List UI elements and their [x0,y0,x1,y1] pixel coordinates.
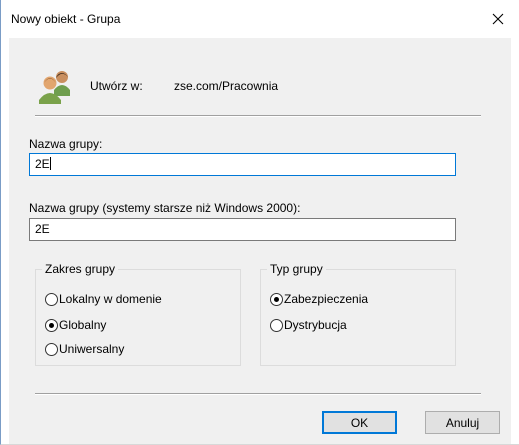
title-bar: Nowy obiekt - Grupa [1,0,519,38]
radio-global[interactable]: Globalny [45,318,106,332]
group-name-legacy-input[interactable]: 2E [29,218,456,241]
group-type-title: Typ grupy [267,262,326,276]
dialog-content: Utwórz w: zse.com/Pracownia Nazwa grupy:… [9,38,511,367]
close-icon [492,13,504,25]
group-scope-title: Zakres grupy [42,262,119,276]
radio-distribution[interactable]: Dystrybucja [270,318,347,332]
radio-circle [45,342,58,356]
new-group-dialog: Nowy obiekt - Grupa Utwórz w: zse.com/Pr… [0,0,519,445]
radio-circle-checked [45,318,58,332]
radio-label: Zabezpieczenia [284,292,369,306]
group-name-legacy-label: Nazwa grupy (systemy starsze niż Windows… [29,201,301,215]
group-type-box: Typ grupy Zabezpieczenia Dystrybucja [260,262,456,366]
radio-label: Dystrybucja [284,318,347,332]
radio-label: Lokalny w domenie [59,292,162,306]
ok-button[interactable]: OK [322,411,397,434]
group-name-label: Nazwa grupy: [29,137,103,151]
radio-circle-checked [270,292,283,306]
header-divider [35,115,481,117]
dialog-footer: OK Anuluj [9,367,511,444]
group-name-value: 2E [35,157,50,171]
group-name-legacy-value: 2E [35,222,50,236]
group-scope-box: Zakres grupy Lokalny w domenie Globalny … [35,262,241,366]
group-name-input[interactable]: 2E [29,153,456,176]
footer-divider [35,393,481,395]
radio-circle [45,292,58,306]
radio-domain-local[interactable]: Lokalny w domenie [45,292,162,306]
cancel-button[interactable]: Anuluj [425,411,500,434]
close-button[interactable] [477,0,519,38]
radio-label: Uniwersalny [59,342,125,356]
radio-security[interactable]: Zabezpieczenia [270,292,368,306]
users-group-icon [39,71,70,104]
radio-universal[interactable]: Uniwersalny [45,342,124,356]
radio-label: Globalny [59,318,107,332]
radio-circle [270,318,283,332]
window-title: Nowy obiekt - Grupa [11,12,121,26]
create-in-label: Utwórz w: [90,79,143,93]
create-in-path: zse.com/Pracownia [174,79,279,93]
text-caret [49,157,51,170]
